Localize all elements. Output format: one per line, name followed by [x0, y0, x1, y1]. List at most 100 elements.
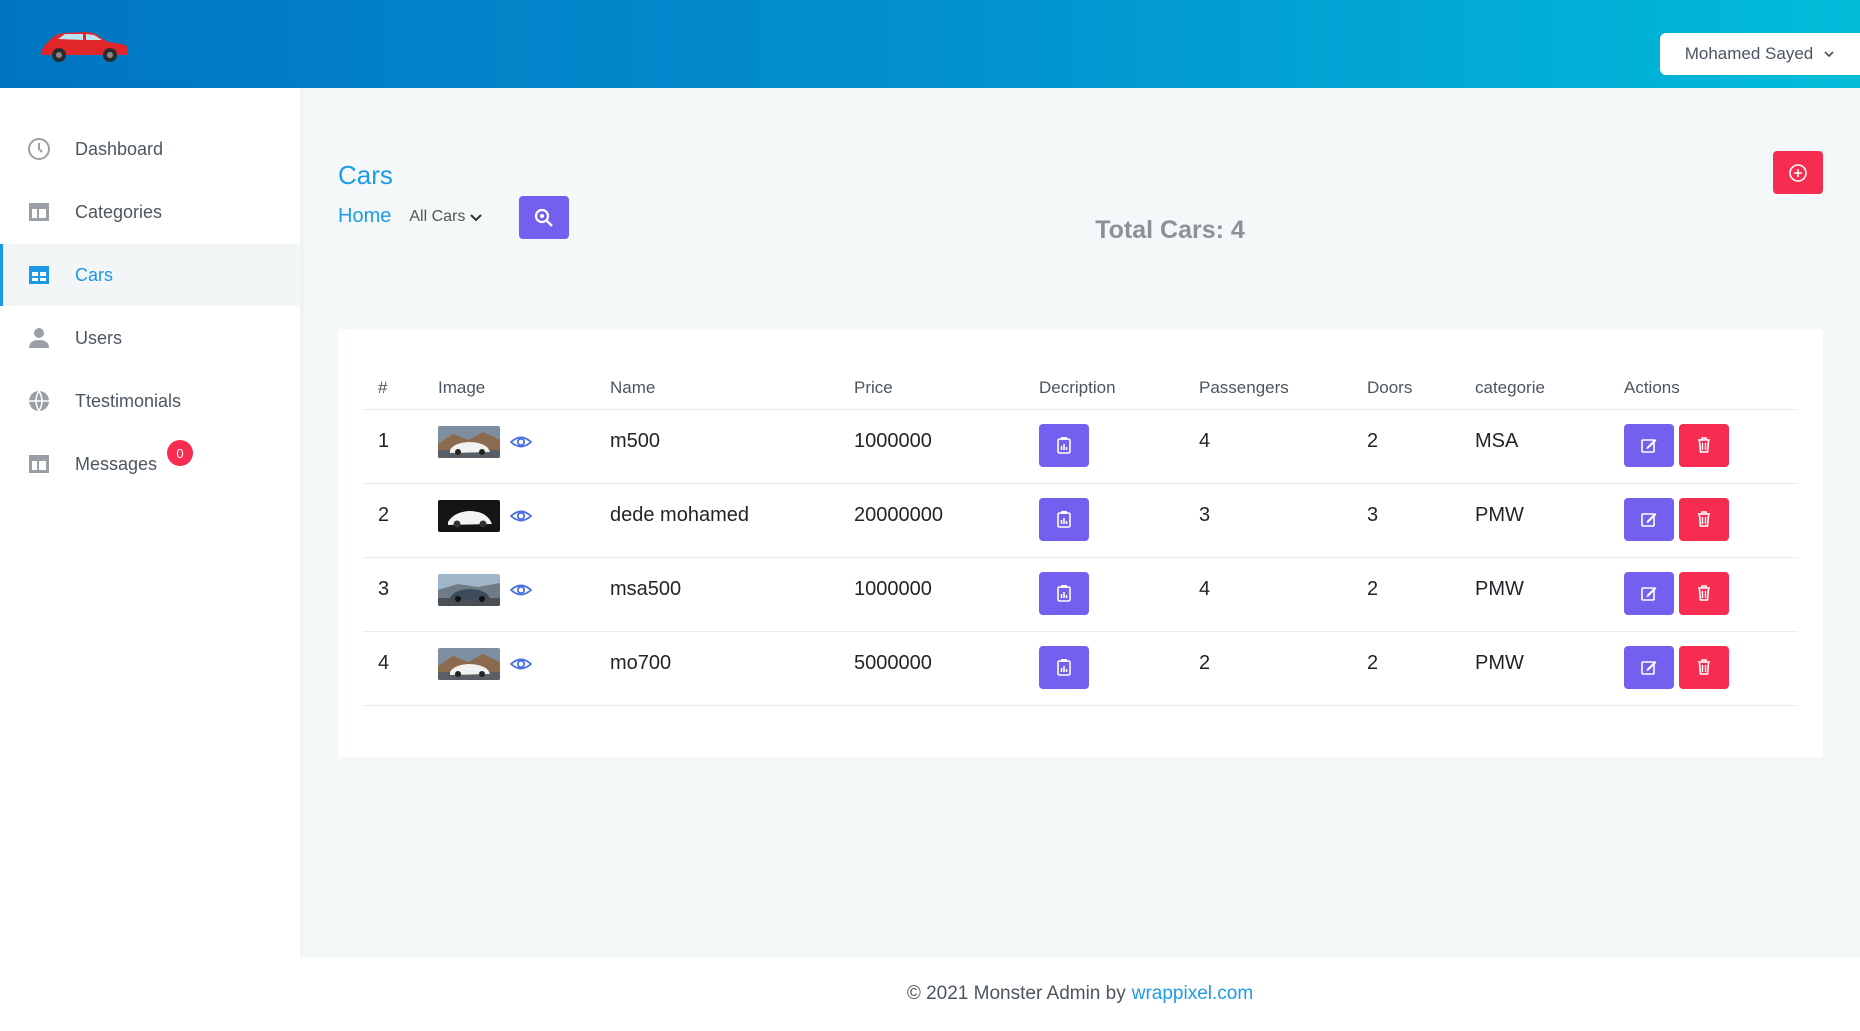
delete-button[interactable] — [1679, 571, 1729, 615]
view-description-button[interactable] — [1039, 645, 1089, 689]
cell-image — [438, 483, 610, 558]
cell-number: 1 — [363, 409, 438, 484]
cell-passengers: 2 — [1199, 631, 1367, 706]
cell-category: MSA — [1475, 409, 1624, 484]
cell-number: 3 — [363, 557, 438, 632]
table-header-row: # Image Name Price Decription Passengers… — [363, 367, 1798, 410]
cell-price: 5000000 — [854, 631, 1039, 706]
search-button[interactable] — [519, 196, 569, 239]
view-description-button[interactable] — [1039, 497, 1089, 541]
cell-description — [1039, 631, 1199, 706]
trash-icon — [1698, 437, 1710, 453]
plus-circle-icon — [1789, 163, 1807, 182]
footer: © 2021 Monster Admin by wrappixel.com — [300, 957, 1860, 1031]
layout-icon — [26, 199, 52, 225]
user-menu-dropdown[interactable]: Mohamed Sayed — [1660, 33, 1860, 75]
clock-icon — [26, 136, 52, 162]
cell-doors: 2 — [1367, 631, 1475, 706]
cell-description — [1039, 409, 1199, 484]
footer-link[interactable]: wrappixel.com — [1132, 983, 1253, 1005]
cell-doors: 2 — [1367, 557, 1475, 632]
cell-doors: 3 — [1367, 483, 1475, 558]
search-icon — [534, 208, 553, 227]
trash-icon — [1698, 511, 1710, 527]
eye-icon[interactable] — [510, 431, 532, 453]
view-description-button[interactable] — [1039, 423, 1089, 467]
car-filter-select[interactable]: All Cars — [409, 208, 483, 226]
add-car-button[interactable] — [1773, 151, 1823, 194]
column-header-image: Image — [438, 367, 610, 410]
eye-icon[interactable] — [510, 579, 532, 601]
car-thumbnail — [438, 647, 500, 680]
table-row: 1 m500 1000000 4 2 MSA — [363, 409, 1798, 484]
cell-passengers: 3 — [1199, 483, 1367, 558]
trash-icon — [1698, 585, 1710, 601]
column-header-number: # — [363, 367, 438, 410]
edit-icon — [1641, 439, 1657, 453]
edit-button[interactable] — [1624, 571, 1674, 615]
column-header-name: Name — [610, 367, 854, 410]
cell-name: mo700 — [610, 631, 854, 706]
cell-actions — [1624, 631, 1798, 706]
delete-button[interactable] — [1679, 497, 1729, 541]
table-row: 3 msa500 1000000 4 2 PMW — [363, 557, 1798, 632]
sidebar-item-label: Users — [75, 327, 123, 348]
eye-icon[interactable] — [510, 505, 532, 527]
sidebar-item-messages[interactable]: Messages 0 — [0, 433, 300, 495]
total-cars-count: Total Cars: 4 — [1095, 216, 1245, 244]
table-row: 4 mo700 5000000 2 2 PMW — [363, 631, 1798, 706]
cell-price: 1000000 — [854, 557, 1039, 632]
cell-number: 2 — [363, 483, 438, 558]
sidebar-item-label: Messages — [75, 453, 158, 474]
sidebar-item-dashboard[interactable]: Dashboard — [0, 118, 300, 180]
layout-icon — [26, 451, 52, 477]
car-thumbnail — [438, 425, 500, 458]
sidebar: Dashboard Categories Cars Users Ttestimo… — [0, 88, 300, 1031]
globe-icon — [26, 388, 52, 414]
delete-button[interactable] — [1679, 645, 1729, 689]
cell-name: dede mohamed — [610, 483, 854, 558]
cell-category: PMW — [1475, 631, 1624, 706]
cell-doors: 2 — [1367, 409, 1475, 484]
breadcrumb-home-link[interactable]: Home — [338, 205, 391, 228]
column-header-doors: Doors — [1367, 367, 1475, 410]
edit-icon — [1641, 513, 1657, 527]
sidebar-item-label: Dashboard — [75, 138, 164, 159]
page-title: Cars — [338, 160, 393, 190]
eye-icon[interactable] — [510, 653, 532, 675]
messages-count-badge: 0 — [167, 440, 194, 466]
trash-icon — [1698, 659, 1710, 675]
cell-category: PMW — [1475, 483, 1624, 558]
footer-text: © 2021 Monster Admin by — [906, 983, 1126, 1004]
sidebar-item-label: Ttestimonials — [75, 390, 182, 411]
edit-button[interactable] — [1624, 645, 1674, 689]
delete-button[interactable] — [1679, 423, 1729, 467]
cell-actions — [1624, 483, 1798, 558]
clipboard-chart-icon — [1057, 585, 1071, 602]
column-header-category: categorie — [1475, 367, 1624, 410]
user-icon — [26, 325, 52, 351]
sidebar-item-categories[interactable]: Categories — [0, 181, 300, 243]
edit-icon — [1641, 587, 1657, 601]
cell-number: 4 — [363, 631, 438, 706]
car-logo-icon[interactable] — [38, 24, 130, 64]
cell-image — [438, 631, 610, 706]
chevron-down-icon — [470, 213, 483, 221]
cell-passengers: 4 — [1199, 409, 1367, 484]
filter-selected-value: All Cars — [409, 207, 466, 225]
column-header-actions: Actions — [1624, 367, 1798, 410]
sidebar-item-testimonials[interactable]: Ttestimonials — [0, 370, 300, 432]
cell-passengers: 4 — [1199, 557, 1367, 632]
cars-table: # Image Name Price Decription Passengers… — [363, 367, 1798, 706]
cell-image — [438, 409, 610, 484]
table-row: 2 dede mohamed 20000000 3 3 PMW — [363, 483, 1798, 558]
clipboard-chart-icon — [1057, 437, 1071, 454]
edit-button[interactable] — [1624, 423, 1674, 467]
edit-button[interactable] — [1624, 497, 1674, 541]
view-description-button[interactable] — [1039, 571, 1089, 615]
clipboard-chart-icon — [1057, 659, 1071, 676]
sidebar-item-cars[interactable]: Cars — [0, 244, 300, 306]
cell-name: m500 — [610, 409, 854, 484]
sidebar-item-label: Categories — [75, 201, 163, 222]
sidebar-item-users[interactable]: Users — [0, 307, 300, 369]
